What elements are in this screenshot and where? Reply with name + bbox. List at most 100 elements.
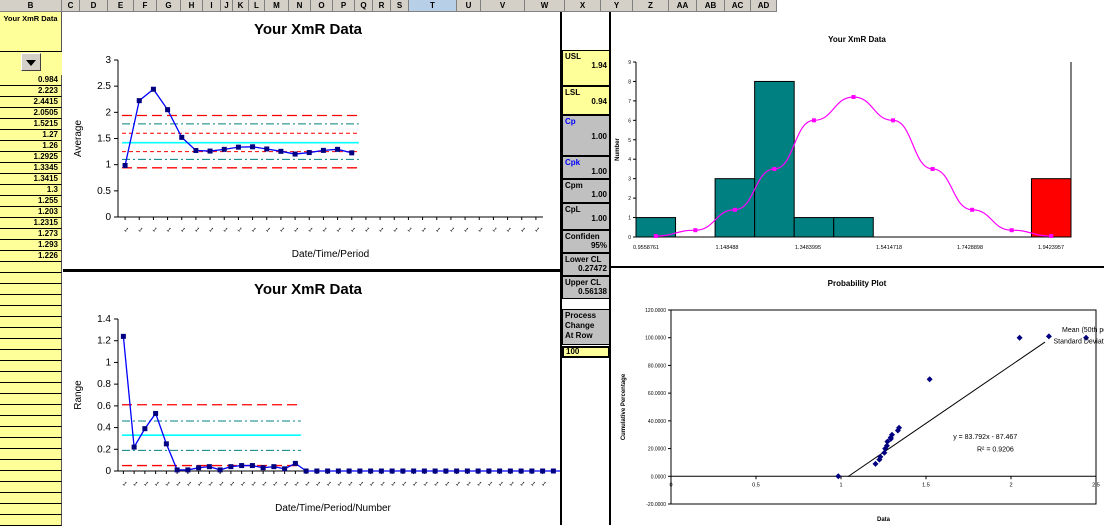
data-cell[interactable] bbox=[0, 306, 62, 317]
column-header-q[interactable]: Q bbox=[355, 0, 373, 12]
y-tick-label: 20.0000 bbox=[648, 447, 666, 453]
probability-plot-chart[interactable]: Probability PlotCumulative PercentageDat… bbox=[611, 268, 1104, 525]
column-header-ab[interactable]: AB bbox=[697, 0, 725, 12]
data-cell[interactable]: 0.984 bbox=[0, 75, 62, 86]
data-cell[interactable] bbox=[0, 361, 62, 372]
confidence-cell[interactable]: Confiden 95% bbox=[562, 230, 610, 253]
data-cell[interactable]: 1.273 bbox=[0, 229, 62, 240]
confidence-value: 95% bbox=[565, 241, 607, 250]
data-cell[interactable] bbox=[0, 449, 62, 460]
column-header-t[interactable]: T bbox=[409, 0, 457, 12]
column-header-k[interactable]: K bbox=[233, 0, 249, 12]
column-header-u[interactable]: U bbox=[457, 0, 481, 12]
data-cell[interactable] bbox=[0, 438, 62, 449]
data-cell[interactable] bbox=[0, 262, 62, 273]
x-tick-label: 1 bbox=[314, 481, 321, 488]
data-cell[interactable] bbox=[0, 482, 62, 493]
cpm-cell[interactable]: Cpm 1.00 bbox=[562, 179, 610, 203]
lsl-cell[interactable]: LSL 0.94 bbox=[562, 86, 610, 115]
column-header-b[interactable]: B bbox=[0, 0, 62, 12]
column-header-ac[interactable]: AC bbox=[725, 0, 751, 12]
process-row-input[interactable]: 100 bbox=[562, 346, 610, 358]
column-header-r[interactable]: R bbox=[373, 0, 391, 12]
data-cell[interactable]: 2.4415 bbox=[0, 97, 62, 108]
data-cell[interactable]: 1.3 bbox=[0, 185, 62, 196]
data-point bbox=[927, 376, 933, 382]
data-cell[interactable] bbox=[0, 350, 62, 361]
usl-cell[interactable]: USL 1.94 bbox=[562, 50, 610, 86]
data-cell[interactable] bbox=[0, 295, 62, 306]
data-cell[interactable] bbox=[0, 394, 62, 405]
chart-divider-vertical-right bbox=[609, 12, 611, 525]
data-cell[interactable] bbox=[0, 471, 62, 482]
x-tick-label: 1 bbox=[293, 481, 300, 488]
cpk-cell[interactable]: Cpk 1.00 bbox=[562, 156, 610, 179]
process-change-cell[interactable]: Process Change At Row bbox=[562, 309, 610, 345]
y-tick-label: 0.4 bbox=[97, 423, 111, 434]
column-header-aa[interactable]: AA bbox=[669, 0, 697, 12]
data-cell[interactable]: 1.3415 bbox=[0, 174, 62, 185]
data-cell[interactable] bbox=[0, 405, 62, 416]
data-cell[interactable]: 1.203 bbox=[0, 207, 62, 218]
column-header-m[interactable]: M bbox=[265, 0, 289, 12]
cpl-cell[interactable]: CpL 1.00 bbox=[562, 203, 610, 230]
histogram-chart[interactable]: Your XmR DataNumber01234567890.95587611.… bbox=[611, 12, 1104, 267]
column-header-d[interactable]: D bbox=[80, 0, 108, 12]
column-header-h[interactable]: H bbox=[181, 0, 203, 12]
data-cell[interactable]: 1.2925 bbox=[0, 152, 62, 163]
column-header-j[interactable]: J bbox=[221, 0, 233, 12]
data-cell[interactable] bbox=[0, 427, 62, 438]
data-cell[interactable] bbox=[0, 284, 62, 295]
data-cell[interactable] bbox=[0, 383, 62, 394]
data-cell[interactable]: 1.293 bbox=[0, 240, 62, 251]
data-cell[interactable] bbox=[0, 460, 62, 471]
process-row-value: 100 bbox=[566, 347, 579, 356]
cp-cell[interactable]: Cp 1.00 bbox=[562, 115, 610, 156]
data-cell[interactable] bbox=[0, 493, 62, 504]
histogram-bar bbox=[834, 218, 874, 237]
data-cell[interactable] bbox=[0, 515, 62, 526]
column-header-o[interactable]: O bbox=[311, 0, 333, 12]
column-header-x[interactable]: X bbox=[565, 0, 601, 12]
data-cell[interactable]: 1.255 bbox=[0, 196, 62, 207]
average-xmr-chart[interactable]: Your XmR DataAverageDate/Time/Period00.5… bbox=[63, 12, 561, 270]
column-header-z[interactable]: Z bbox=[633, 0, 669, 12]
data-cell[interactable] bbox=[0, 504, 62, 515]
column-header-i[interactable]: I bbox=[203, 0, 221, 12]
x-tick-label: 1 bbox=[207, 481, 214, 488]
column-header-p[interactable]: P bbox=[333, 0, 355, 12]
column-header-e[interactable]: E bbox=[108, 0, 134, 12]
x-tick-label: 1 bbox=[239, 481, 246, 488]
data-cell[interactable]: 2.223 bbox=[0, 86, 62, 97]
data-cell[interactable]: 2.0505 bbox=[0, 108, 62, 119]
data-cell[interactable]: 1.26 bbox=[0, 141, 62, 152]
upper-cl-cell[interactable]: Upper CL 0.56138 bbox=[562, 276, 610, 299]
cpk-value: 1.00 bbox=[565, 167, 607, 176]
column-header-f[interactable]: F bbox=[134, 0, 157, 12]
data-cell[interactable]: 1.3345 bbox=[0, 163, 62, 174]
data-cell[interactable]: 1.27 bbox=[0, 130, 62, 141]
column-header-y[interactable]: Y bbox=[601, 0, 633, 12]
column-header-l[interactable]: L bbox=[249, 0, 265, 12]
data-cell[interactable] bbox=[0, 416, 62, 427]
lower-cl-cell[interactable]: Lower CL 0.27472 bbox=[562, 253, 610, 276]
column-header-c[interactable]: C bbox=[62, 0, 80, 12]
data-cell[interactable]: 1.5215 bbox=[0, 119, 62, 130]
data-cell[interactable] bbox=[0, 273, 62, 284]
data-cell[interactable] bbox=[0, 328, 62, 339]
range-xmr-chart[interactable]: Your XmR DataRangeDate/Time/Period/Numbe… bbox=[63, 272, 561, 525]
column-header-n[interactable]: N bbox=[289, 0, 311, 12]
x-tick-label: 1 bbox=[505, 227, 512, 234]
column-header-ad[interactable]: AD bbox=[751, 0, 777, 12]
autofilter-dropdown-button[interactable] bbox=[21, 53, 41, 71]
data-cell[interactable] bbox=[0, 317, 62, 328]
column-header-s[interactable]: S bbox=[391, 0, 409, 12]
data-cell[interactable]: 1.226 bbox=[0, 251, 62, 262]
column-header-w[interactable]: W bbox=[525, 0, 565, 12]
xmr-data-header[interactable]: Your XmR Data bbox=[0, 12, 62, 52]
column-header-v[interactable]: V bbox=[481, 0, 525, 12]
data-cell[interactable] bbox=[0, 372, 62, 383]
column-header-g[interactable]: G bbox=[157, 0, 181, 12]
data-cell[interactable] bbox=[0, 339, 62, 350]
data-cell[interactable]: 1.2315 bbox=[0, 218, 62, 229]
